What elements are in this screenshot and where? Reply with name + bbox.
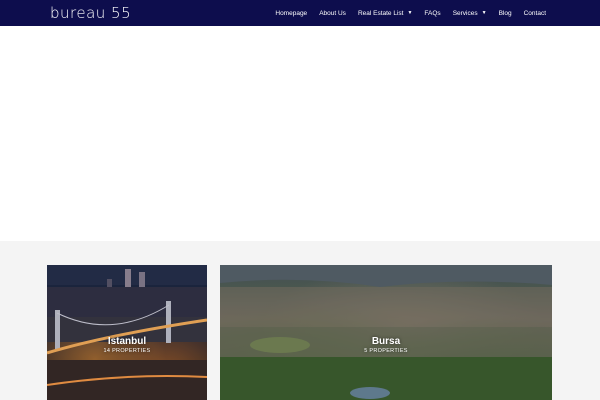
card-overlay <box>47 265 207 400</box>
location-title: Istanbul <box>107 336 147 347</box>
nav-item-about-us[interactable]: About Us <box>319 10 346 17</box>
hero-area <box>0 26 600 241</box>
card-overlay <box>220 265 552 400</box>
location-card-bursa[interactable]: Bursa 5 PROPERTIES <box>220 265 552 400</box>
nav-item-services[interactable]: Services ▼ <box>453 10 487 17</box>
site-header: bureau 55 Homepage About Us Real Estate … <box>0 0 600 26</box>
chevron-down-icon: ▼ <box>481 10 487 16</box>
main-nav: Homepage About Us Real Estate List ▼ FAQs… <box>263 0 546 26</box>
nav-item-blog[interactable]: Blog <box>499 10 512 17</box>
location-property-count: 14 PROPERTIES <box>103 348 151 354</box>
nav-item-homepage[interactable]: Homepage <box>275 10 307 17</box>
chevron-down-icon: ▼ <box>407 10 413 16</box>
nav-item-faqs[interactable]: FAQs <box>424 10 440 17</box>
site-logo[interactable]: bureau 55 <box>50 2 131 24</box>
location-card-istanbul[interactable]: Istanbul 14 PROPERTIES <box>47 265 207 400</box>
nav-item-contact[interactable]: Contact <box>524 10 546 17</box>
location-title: Bursa <box>371 336 401 347</box>
location-property-count: 5 PROPERTIES <box>364 348 408 354</box>
nav-item-real-estate-list[interactable]: Real Estate List ▼ <box>358 10 412 17</box>
logo-text: bureau 55 <box>50 4 132 22</box>
